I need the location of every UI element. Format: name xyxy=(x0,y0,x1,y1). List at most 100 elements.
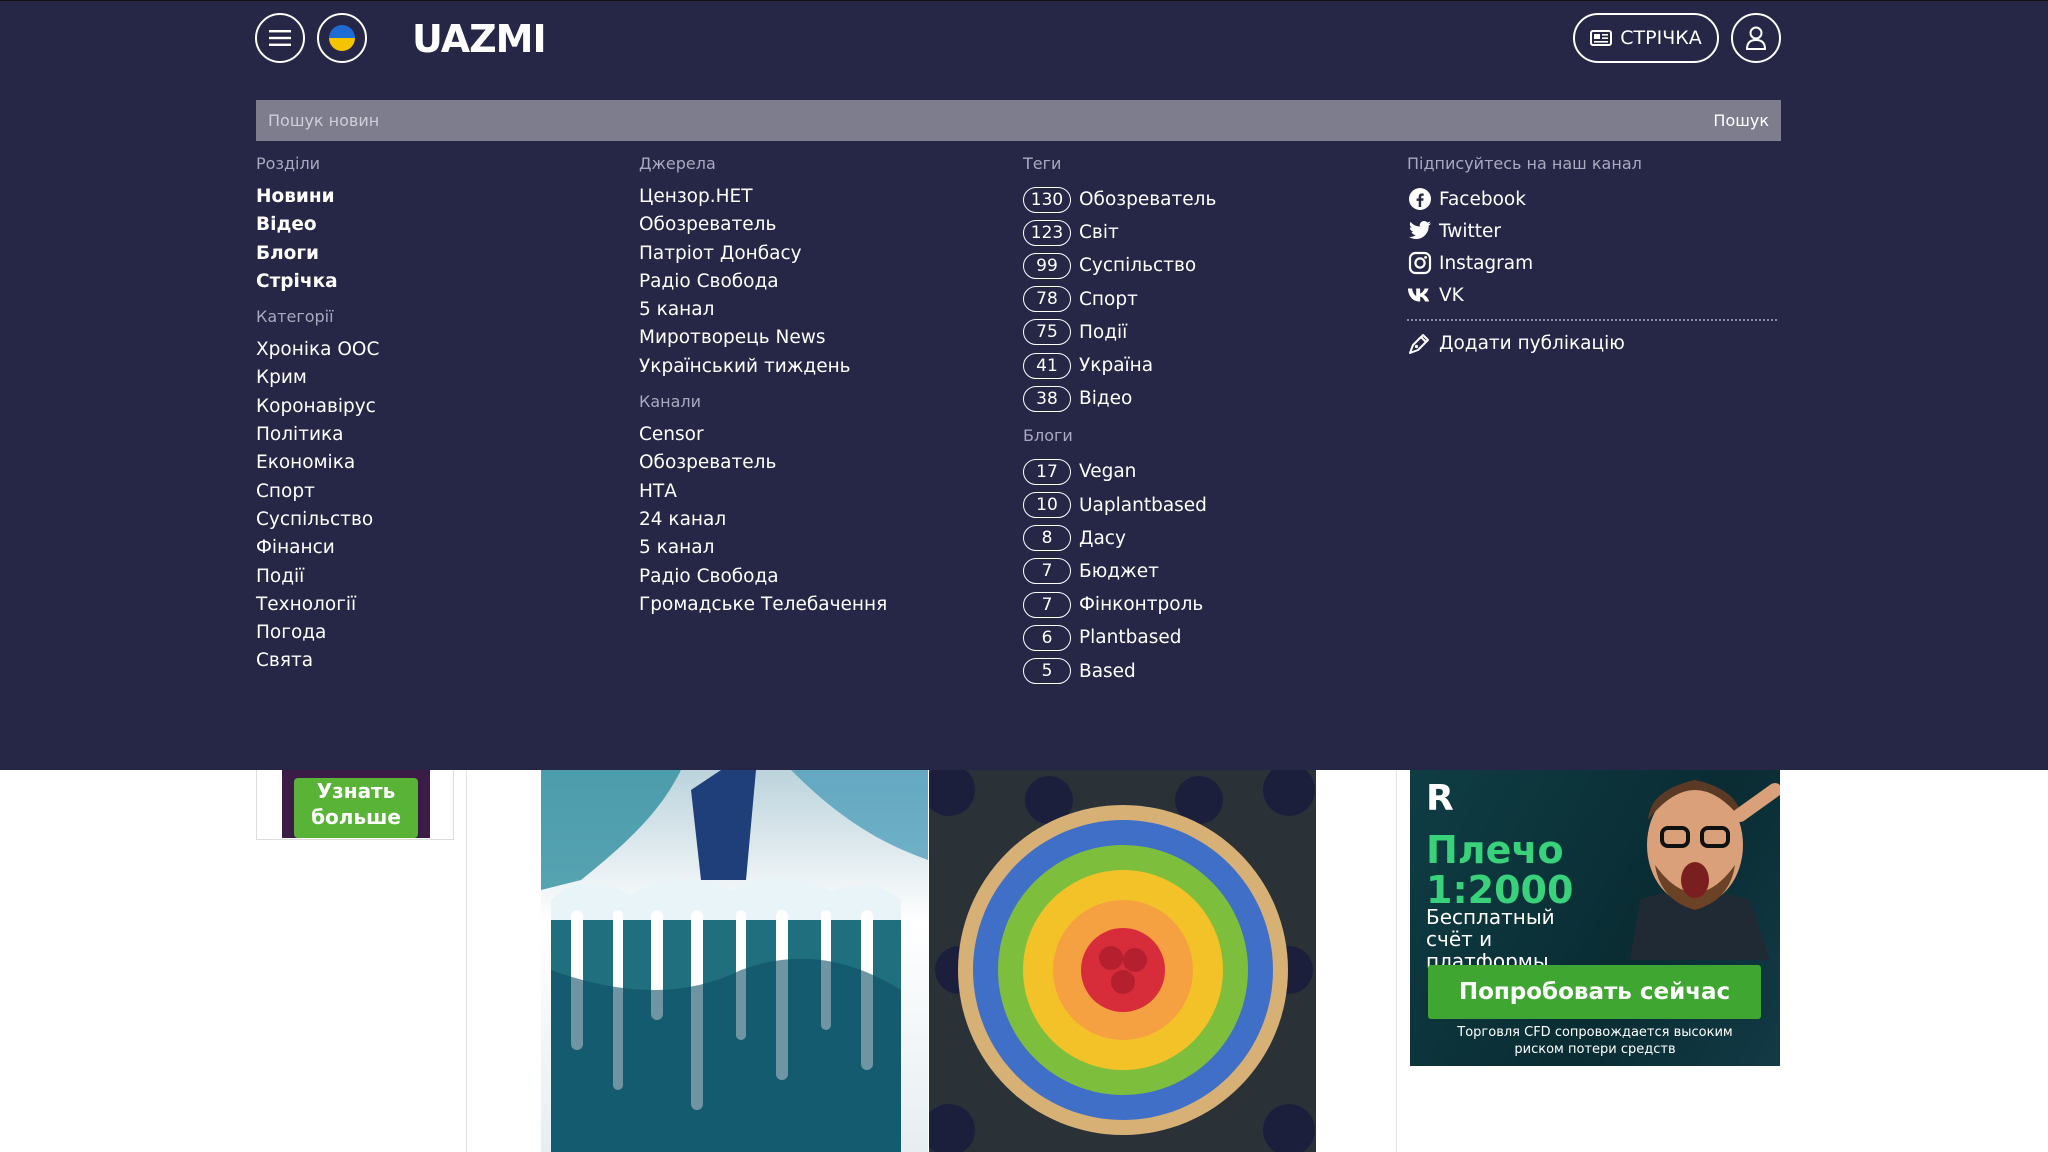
source-link[interactable]: Миротворець News xyxy=(639,324,887,352)
tag-item[interactable]: 75 Події xyxy=(1023,316,1216,349)
language-button[interactable] xyxy=(317,13,367,63)
tag-count-badge: 99 xyxy=(1023,252,1071,279)
social-link-facebook[interactable]: Facebook xyxy=(1407,183,1781,215)
user-account-button[interactable] xyxy=(1731,13,1781,63)
tag-item[interactable]: 99 Суспільство xyxy=(1023,249,1216,282)
banner-headline: Плечо 1:2000 xyxy=(1426,828,1574,912)
channels-heading: Канали xyxy=(639,392,702,412)
source-link[interactable]: 5 канал xyxy=(639,296,887,324)
vk-icon xyxy=(1407,282,1433,308)
tag-count-badge: 41 xyxy=(1023,352,1071,379)
fruit-tart-photo[interactable] xyxy=(929,770,1316,1152)
category-link[interactable]: Політика xyxy=(256,421,379,449)
blog-name: Дасу xyxy=(1079,527,1126,549)
social-link-instagram[interactable]: Instagram xyxy=(1407,247,1781,279)
source-link[interactable]: Радіо Свобода xyxy=(639,268,887,296)
banner-brand-logo: R xyxy=(1426,778,1454,819)
tag-name: Суспільство xyxy=(1079,255,1197,277)
banner-try-now-button[interactable]: Попробовать сейчас xyxy=(1428,965,1761,1019)
category-link[interactable]: Технології xyxy=(256,591,379,619)
blog-item[interactable]: 17 Vegan xyxy=(1023,455,1216,488)
sources-column: Джерела Цензор.НЕТ Обозреватель Патріот До… xyxy=(639,153,887,619)
blog-item[interactable]: 6 Plantbased xyxy=(1023,621,1216,654)
side-ad-learn-more-button[interactable]: Узнать больше xyxy=(294,778,418,838)
source-link[interactable]: Український тиждень xyxy=(639,353,887,381)
blog-count-badge: 5 xyxy=(1023,658,1071,685)
feed-button[interactable]: СТРІЧКА xyxy=(1573,13,1719,63)
search-button[interactable]: Пошук xyxy=(1713,111,1769,130)
blog-item[interactable]: 7 Фінконтроль xyxy=(1023,588,1216,621)
blog-count-badge: 8 xyxy=(1023,525,1071,552)
content-divider-left xyxy=(466,770,467,1152)
blogs-heading: Блоги xyxy=(1023,426,1073,446)
tag-item[interactable]: 38 Відео xyxy=(1023,382,1216,415)
add-publication-label: Додати публікацію xyxy=(1439,332,1625,354)
section-link[interactable]: Відео xyxy=(256,211,379,239)
blog-item[interactable]: 10 Uaplantbased xyxy=(1023,489,1216,522)
tag-name: Світ xyxy=(1079,222,1119,244)
blog-name: Vegan xyxy=(1079,461,1137,483)
category-link[interactable]: Крим xyxy=(256,364,379,392)
category-link[interactable]: Економіка xyxy=(256,449,379,477)
category-link[interactable]: Хроніка ООС xyxy=(256,336,379,364)
fruit-tart-illustration xyxy=(929,770,1315,1152)
section-link[interactable]: Блоги xyxy=(256,240,379,268)
social-column: Підписуйтесь на наш канал Facebook Twitt… xyxy=(1407,153,1781,359)
source-link[interactable]: Цензор.НЕТ xyxy=(639,183,887,211)
category-link[interactable]: Свята xyxy=(256,647,379,675)
banner-disclaimer: Торговля CFD сопровождается высоким риск… xyxy=(1457,1025,1733,1057)
category-link[interactable]: Фінанси xyxy=(256,534,379,562)
ukraine-flag-icon xyxy=(329,25,355,51)
tag-item[interactable]: 41 Україна xyxy=(1023,349,1216,382)
social-heading: Підписуйтесь на наш канал xyxy=(1407,154,1642,173)
tag-name: Відео xyxy=(1079,388,1133,410)
blog-name: Фінконтроль xyxy=(1079,594,1204,616)
section-link[interactable]: Новини xyxy=(256,183,379,211)
user-icon xyxy=(1745,26,1767,50)
blog-item[interactable]: 5 Based xyxy=(1023,654,1216,687)
category-link[interactable]: Погода xyxy=(256,619,379,647)
channel-link[interactable]: 5 канал xyxy=(639,534,887,562)
tag-item[interactable]: 130 Обозреватель xyxy=(1023,183,1216,216)
source-link[interactable]: Обозреватель xyxy=(639,211,887,239)
channel-link[interactable]: Радіо Свобода xyxy=(639,563,887,591)
channel-link[interactable]: Обозреватель xyxy=(639,449,887,477)
social-link-vk[interactable]: VK xyxy=(1407,279,1781,311)
blog-item[interactable]: 8 Дасу xyxy=(1023,522,1216,555)
channel-link[interactable]: 24 канал xyxy=(639,506,887,534)
category-link[interactable]: Суспільство xyxy=(256,506,379,534)
blog-count-badge: 10 xyxy=(1023,492,1071,519)
social-label: Instagram xyxy=(1439,252,1534,274)
cake-illustration xyxy=(541,770,928,1152)
newspaper-icon xyxy=(1590,30,1613,46)
social-label: VK xyxy=(1439,284,1464,306)
add-publication-link[interactable]: Додати публікацію xyxy=(1407,327,1781,359)
banner-man-illustration xyxy=(1630,780,1780,960)
tag-item[interactable]: 78 Спорт xyxy=(1023,283,1216,316)
channel-link[interactable]: Громадське Телебачення xyxy=(639,591,887,619)
category-link[interactable]: Події xyxy=(256,563,379,591)
channel-link[interactable]: НТА xyxy=(639,478,887,506)
blog-name: Бюджет xyxy=(1079,560,1159,582)
category-link[interactable]: Спорт xyxy=(256,478,379,506)
tag-count-badge: 78 xyxy=(1023,286,1071,313)
search-input[interactable] xyxy=(268,111,1568,130)
tag-item[interactable]: 123 Світ xyxy=(1023,216,1216,249)
blog-item[interactable]: 7 Бюджет xyxy=(1023,555,1216,588)
tag-count-badge: 38 xyxy=(1023,385,1071,412)
menu-toggle-button[interactable] xyxy=(255,13,305,63)
site-logo[interactable]: UAZMI xyxy=(412,17,547,61)
twitter-icon xyxy=(1407,218,1433,244)
source-link[interactable]: Патріот Донбасу xyxy=(639,240,887,268)
channel-link[interactable]: Censor xyxy=(639,421,887,449)
banner-subheadline: Бесплатный счёт и платформы xyxy=(1426,905,1555,973)
sections-column: Розділи Новини Відео Блоги Стрічка Категорі… xyxy=(256,153,379,676)
cake-photo[interactable] xyxy=(541,770,928,1152)
broker-advertisement-banner[interactable]: R Плечо 1:2000 Бесплатный счёт и платфор… xyxy=(1410,770,1780,1066)
category-link[interactable]: Коронавірус xyxy=(256,393,379,421)
social-link-twitter[interactable]: Twitter xyxy=(1407,215,1781,247)
side-advertisement: Узнать больше xyxy=(256,770,454,840)
tags-column: Теги 130 Обозреватель 123 Світ 99 Суспільство… xyxy=(1023,153,1216,688)
blog-name: Uaplantbased xyxy=(1079,494,1207,516)
section-link[interactable]: Стрічка xyxy=(256,268,379,296)
